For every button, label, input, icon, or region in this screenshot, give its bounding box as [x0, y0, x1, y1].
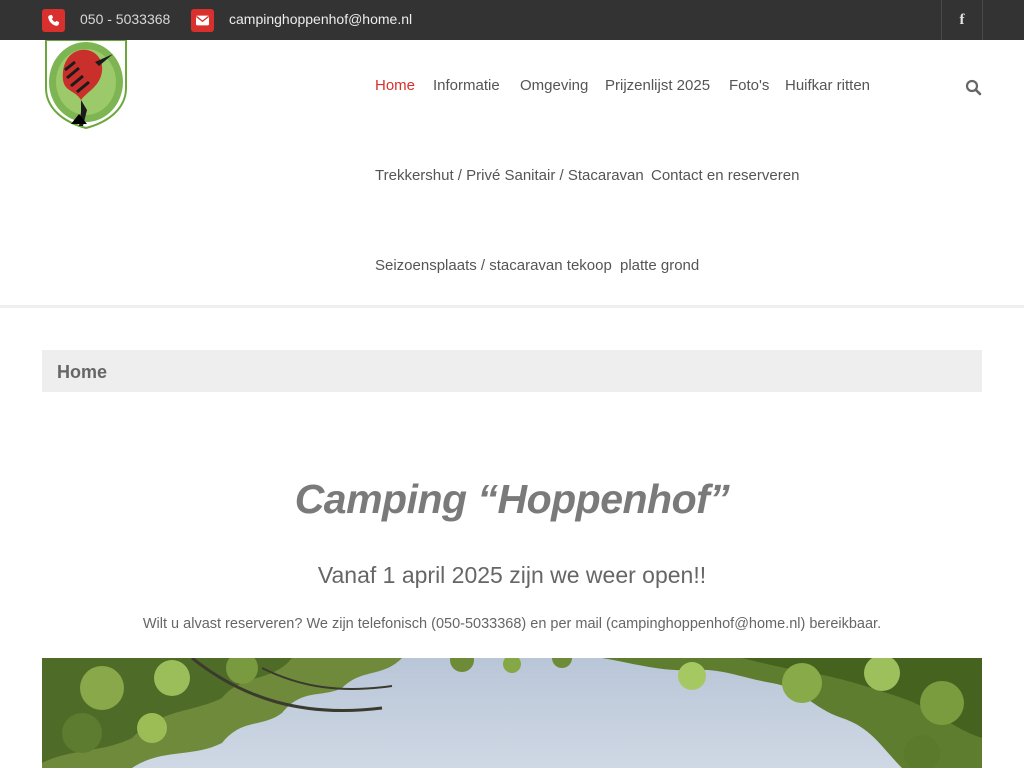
nav-contact-reserveren[interactable]: Contact en reserveren	[651, 167, 799, 184]
nav-fotos[interactable]: Foto's	[729, 77, 769, 94]
phone-number[interactable]: 050 - 5033368	[80, 11, 170, 27]
camping-photo	[42, 658, 982, 768]
nav-prijzenlijst[interactable]: Prijzenlijst 2025	[605, 77, 710, 94]
divider	[982, 0, 983, 40]
nav-huifkar-ritten[interactable]: Huifkar ritten	[785, 77, 870, 94]
nav-home[interactable]: Home	[375, 77, 415, 94]
nav-platte-grond[interactable]: platte grond	[620, 257, 699, 274]
site-logo[interactable]	[43, 39, 129, 130]
nav-informatie[interactable]: Informatie	[433, 77, 500, 94]
nav-omgeving[interactable]: Omgeving	[520, 77, 588, 94]
top-bar: 050 - 5033368 campinghoppenhof@home.nl f	[0, 0, 1024, 40]
envelope-icon	[191, 9, 214, 32]
facebook-letter: f	[959, 11, 965, 28]
nav-seizoensplaats[interactable]: Seizoensplaats / stacaravan tekoop	[375, 257, 612, 274]
opening-announcement: Vanaf 1 april 2025 zijn we weer open!!	[317, 562, 707, 588]
page-title-bar: Home	[42, 350, 982, 392]
search-icon[interactable]	[965, 79, 982, 96]
facebook-icon[interactable]: f	[942, 0, 982, 40]
site-header: Home Informatie Omgeving Prijzenlijst 20…	[0, 39, 1024, 308]
page-title: Home	[57, 362, 108, 382]
reservation-info: Wilt u alvast reserveren? We zijn telefo…	[142, 616, 882, 632]
nav-trekkershut[interactable]: Trekkershut / Privé Sanitair / Stacarava…	[375, 167, 644, 184]
camping-title: Camping “Hoppenhof”	[294, 476, 730, 522]
email-address[interactable]: campinghoppenhof@home.nl	[229, 11, 412, 27]
phone-icon	[42, 9, 65, 32]
